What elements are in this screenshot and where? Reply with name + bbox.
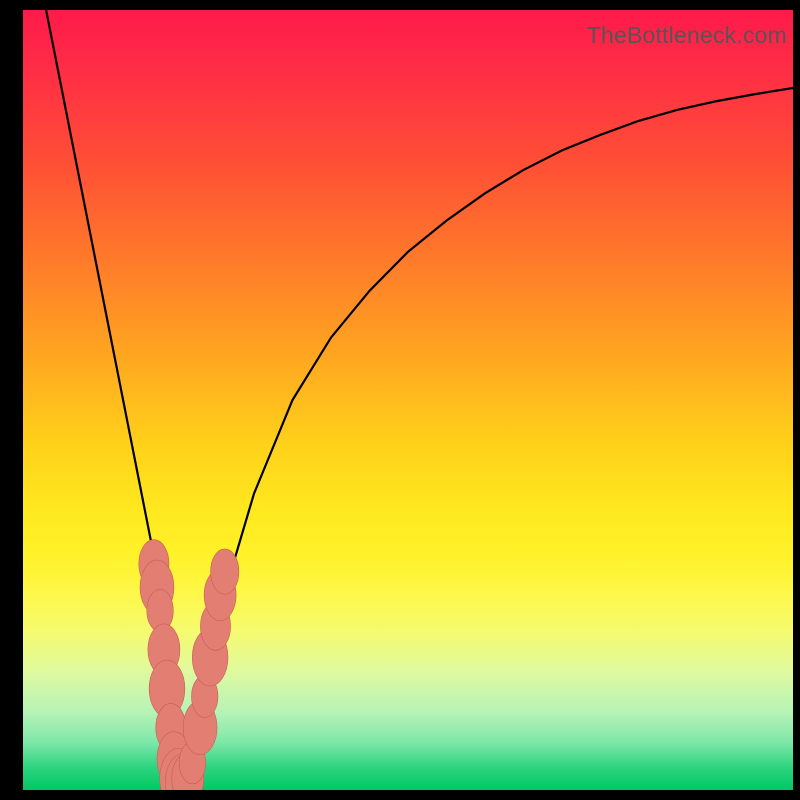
curve-layer	[23, 10, 793, 790]
marker-layer	[139, 540, 239, 790]
watermark-text: TheBottleneck.com	[587, 22, 787, 49]
marker-point	[211, 549, 239, 594]
chart-frame: TheBottleneck.com	[0, 0, 800, 800]
plot-area: TheBottleneck.com	[23, 10, 793, 790]
